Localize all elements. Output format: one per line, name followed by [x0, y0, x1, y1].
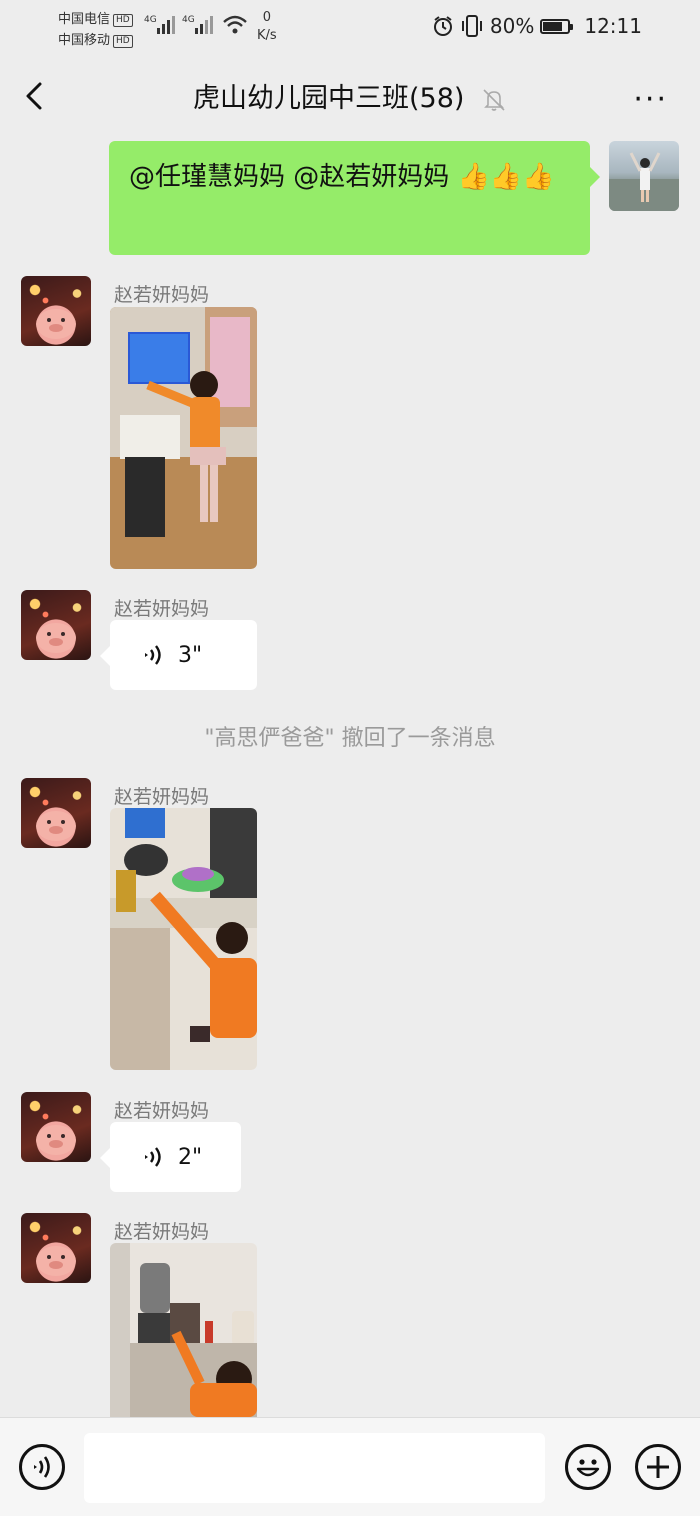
avatar-sender[interactable]	[21, 1213, 91, 1283]
message-input[interactable]	[84, 1433, 545, 1503]
voice-message[interactable]: 2"	[100, 1122, 241, 1192]
thumbs-up-emoji: 👍👍👍	[457, 162, 555, 192]
pig-avatar-image	[36, 309, 76, 339]
more-options-button[interactable]: ···	[633, 82, 668, 117]
clock: 12:11	[584, 14, 642, 38]
avatar-sender[interactable]	[21, 778, 91, 848]
image-message[interactable]	[110, 307, 257, 569]
sender-name: 赵若妍妈妈	[114, 786, 210, 808]
voice-wave-icon	[145, 645, 161, 665]
signal-icon: 4G	[144, 15, 175, 34]
avatar-sender[interactable]	[21, 1092, 91, 1162]
sender-name: 赵若妍妈妈	[114, 598, 210, 620]
svg-text:4G: 4G	[182, 15, 195, 25]
signal-icon: 4G	[182, 15, 213, 34]
vibrate-icon	[461, 15, 482, 37]
sender-name: 赵若妍妈妈	[114, 1221, 210, 1243]
svg-text:4G: 4G	[144, 15, 157, 25]
carrier-telecom: 中国电信 HD	[58, 8, 133, 27]
photo-child-kitchen	[110, 808, 257, 1070]
voice-message[interactable]: 3"	[100, 620, 257, 690]
plus-button[interactable]	[635, 1444, 681, 1490]
carrier-mobile: 中国移动 HD	[58, 29, 133, 48]
pig-avatar-image	[36, 1125, 76, 1155]
voice-wave-icon	[145, 1147, 161, 1167]
pig-avatar-image	[36, 623, 76, 653]
avatar-sender[interactable]	[21, 590, 91, 660]
system-message: "高思俨爸爸" 撤回了一条消息	[204, 726, 496, 751]
sender-name: 赵若妍妈妈	[114, 284, 210, 306]
bell-off-icon	[483, 88, 505, 111]
input-bar	[0, 1417, 700, 1516]
avatar-image	[609, 152, 679, 211]
photo-child-blender	[110, 1243, 257, 1417]
pig-avatar-image	[36, 1246, 76, 1276]
voice-duration: 2"	[178, 1144, 203, 1170]
emoji-icon	[576, 1459, 600, 1477]
avatar-sender[interactable]	[21, 276, 91, 346]
net-speed: 0 K/s	[257, 10, 277, 43]
sender-name: 赵若妍妈妈	[114, 1100, 210, 1122]
voice-input-icon	[34, 1456, 50, 1478]
image-message[interactable]	[110, 1243, 257, 1417]
message-bubble-self[interactable]: @任瑾慧妈妈 @赵若妍妈妈 👍👍👍	[109, 141, 600, 255]
chat-title: 虎山幼儿园中三班(58)	[0, 76, 700, 115]
emoji-button[interactable]	[565, 1444, 611, 1490]
alarm-icon	[433, 16, 452, 36]
image-message[interactable]	[110, 808, 257, 1070]
status-bar: 中国电信 HD 中国移动 HD 4G 4G 0 K/s 80% 12:11	[0, 0, 700, 54]
voice-input-button[interactable]	[19, 1444, 65, 1490]
message-text: @任瑾慧妈妈 @赵若妍妈妈	[129, 162, 458, 192]
pig-avatar-image	[36, 811, 76, 841]
photo-child-computer	[110, 307, 257, 569]
chat-header: 虎山幼儿园中三班(58) ···	[0, 54, 700, 136]
status-right: 80% 12:11	[432, 14, 642, 38]
voice-duration: 3"	[178, 642, 203, 668]
battery-percent: 80%	[489, 14, 535, 38]
wifi-icon	[223, 15, 247, 34]
battery-icon	[540, 18, 574, 34]
plus-icon	[647, 1456, 669, 1478]
avatar-self[interactable]	[609, 141, 679, 211]
